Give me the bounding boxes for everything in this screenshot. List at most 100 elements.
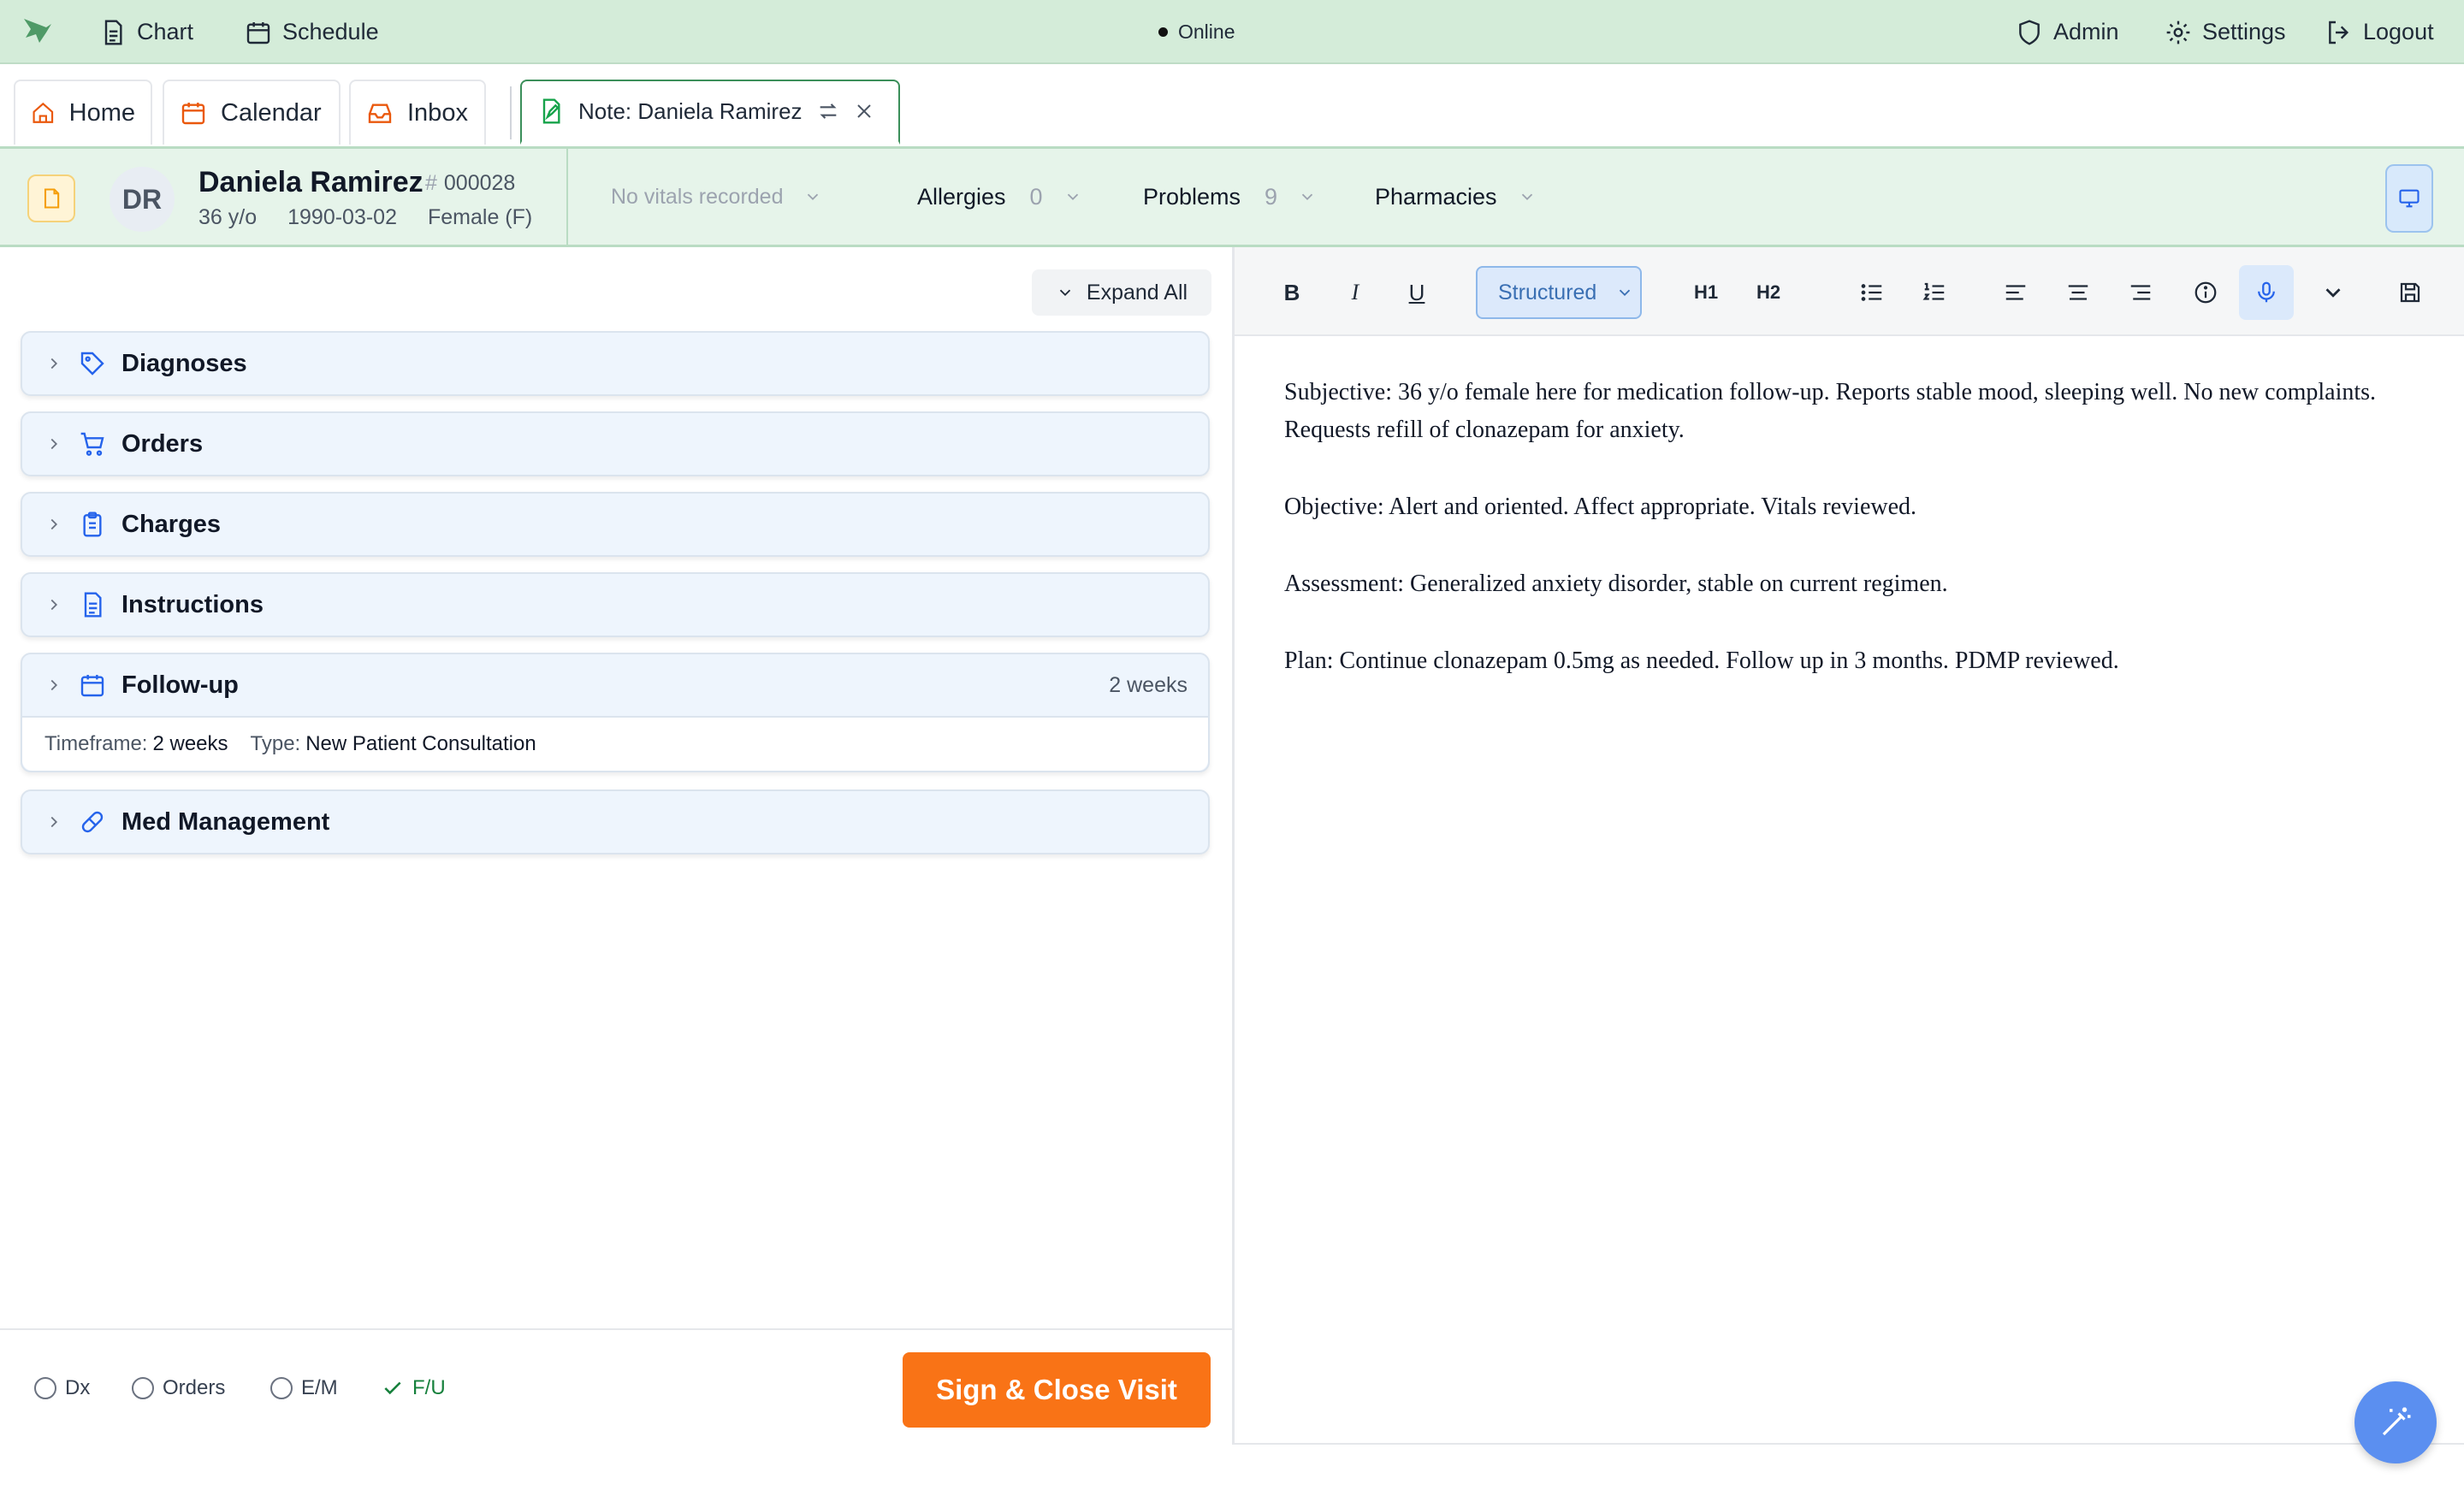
allergies-label: Allergies bbox=[917, 183, 1006, 210]
calendar-icon bbox=[246, 21, 270, 44]
document-icon bbox=[104, 19, 122, 45]
section-med-management-title: Med Management bbox=[121, 807, 330, 836]
vitals-label: No vitals recorded bbox=[611, 184, 784, 209]
patient-header: DR Daniela Ramirez #000028 36 y/o 1990-0… bbox=[0, 146, 2464, 247]
document-icon bbox=[44, 188, 60, 209]
tab-home[interactable]: Home bbox=[14, 80, 152, 145]
section-med-management[interactable]: Med Management bbox=[21, 789, 1210, 854]
bullet-list-button[interactable] bbox=[1849, 269, 1895, 316]
checklist-orders-label: Orders bbox=[163, 1376, 226, 1399]
checklist-em-label: E/M bbox=[301, 1376, 338, 1399]
underline-button[interactable]: U bbox=[1394, 269, 1440, 316]
section-follow-up-header[interactable]: Follow-up 2 weeks bbox=[22, 654, 1208, 716]
section-instructions-title: Instructions bbox=[121, 590, 264, 618]
chevron-down-icon bbox=[1067, 193, 1078, 201]
allergies-dropdown[interactable]: Allergies 0 bbox=[917, 149, 1082, 245]
expand-all-button[interactable]: Expand All bbox=[1032, 269, 1211, 316]
checklist-fu[interactable]: F/U bbox=[382, 1376, 446, 1400]
section-orders[interactable]: Orders bbox=[21, 411, 1210, 476]
heading-2-button[interactable]: H2 bbox=[1745, 269, 1792, 316]
cart-icon bbox=[80, 432, 104, 456]
chevron-down-icon bbox=[1620, 289, 1631, 297]
pharmacies-dropdown[interactable]: Pharmacies bbox=[1375, 149, 1537, 245]
follow-up-type: Type: New Patient Consultation bbox=[251, 732, 536, 756]
checklist-dx[interactable]: Dx bbox=[34, 1376, 90, 1400]
align-center-icon bbox=[2068, 285, 2088, 300]
dictation-button[interactable] bbox=[2239, 265, 2294, 320]
admin-nav-button[interactable]: Admin bbox=[2016, 0, 2119, 64]
swap-icon[interactable] bbox=[816, 99, 840, 123]
sign-close-visit-button[interactable]: Sign & Close Visit bbox=[903, 1352, 1211, 1428]
save-button[interactable] bbox=[2387, 269, 2433, 316]
chevron-right-icon bbox=[50, 599, 58, 611]
section-orders-header[interactable]: Orders bbox=[22, 413, 1208, 475]
note-mode-select[interactable]: Structured bbox=[1476, 266, 1642, 319]
settings-nav-button[interactable]: Settings bbox=[2165, 0, 2286, 64]
calendar-icon bbox=[181, 103, 205, 125]
chart-nav-button[interactable]: Chart bbox=[99, 0, 193, 64]
tab-note-daniela-ramirez[interactable]: Note: Daniela Ramirez bbox=[520, 80, 900, 145]
section-instructions-header[interactable]: Instructions bbox=[22, 574, 1208, 636]
follow-up-summary: 2 weeks bbox=[1109, 672, 1188, 697]
align-left-button[interactable] bbox=[1993, 269, 2039, 316]
section-charges-header[interactable]: Charges bbox=[22, 494, 1208, 555]
note-icon bbox=[542, 98, 560, 124]
mrn-value: 000028 bbox=[443, 171, 516, 195]
pill-icon bbox=[81, 811, 104, 833]
align-center-button[interactable] bbox=[2055, 269, 2101, 316]
screen-toggle-button[interactable] bbox=[2385, 164, 2433, 233]
status-dot bbox=[1158, 27, 1168, 37]
tab-inbox[interactable]: Inbox bbox=[349, 80, 486, 145]
section-med-management-header[interactable]: Med Management bbox=[22, 791, 1208, 853]
chevron-right-icon bbox=[50, 438, 58, 450]
align-right-button[interactable] bbox=[2118, 269, 2164, 316]
italic-button[interactable]: I bbox=[1332, 269, 1378, 316]
tab-calendar[interactable]: Calendar bbox=[163, 80, 341, 145]
ai-assist-button[interactable] bbox=[2354, 1381, 2437, 1463]
checklist-dx-label: Dx bbox=[65, 1376, 91, 1399]
numbered-list-button[interactable] bbox=[1911, 269, 1958, 316]
more-options-button[interactable] bbox=[2310, 269, 2356, 316]
note-objective: Objective: Alert and oriented. Affect ap… bbox=[1284, 494, 1917, 520]
tab-note-label: Note: Daniela Ramirez bbox=[578, 98, 803, 124]
check-icon bbox=[384, 1381, 401, 1395]
app-logo-icon[interactable] bbox=[21, 15, 55, 46]
note-text-area[interactable]: Subjective: 36 y/o female here for medic… bbox=[1284, 374, 2422, 719]
editor-toolbar: B I U Structured H1 H2 bbox=[1235, 247, 2464, 336]
section-charges[interactable]: Charges bbox=[21, 492, 1210, 557]
patient-document-button[interactable] bbox=[27, 174, 75, 222]
chevron-right-icon bbox=[50, 816, 58, 828]
visit-sections-panel: Expand All Diagnoses Orders Charges Inst… bbox=[0, 247, 1232, 1328]
checklist-em[interactable]: E/M bbox=[270, 1376, 338, 1400]
microphone-icon bbox=[2258, 281, 2275, 303]
header-divider bbox=[566, 149, 568, 245]
section-diagnoses[interactable]: Diagnoses bbox=[21, 331, 1210, 396]
close-icon[interactable] bbox=[854, 101, 874, 121]
schedule-nav-button[interactable]: Schedule bbox=[245, 0, 379, 64]
problems-dropdown[interactable]: Problems 9 bbox=[1143, 149, 1317, 245]
section-follow-up[interactable]: Follow-up 2 weeks Timeframe: 2 weeks Type… bbox=[21, 653, 1210, 772]
section-diagnoses-header[interactable]: Diagnoses bbox=[22, 333, 1208, 394]
tag-icon bbox=[80, 352, 104, 375]
heading-1-button[interactable]: H1 bbox=[1683, 269, 1729, 316]
note-plan: Plan: Continue clonazepam 0.5mg as neede… bbox=[1284, 647, 2119, 674]
vitals-dropdown[interactable]: No vitals recorded bbox=[611, 149, 822, 245]
section-instructions[interactable]: Instructions bbox=[21, 572, 1210, 637]
timeframe-label: Timeframe: bbox=[44, 732, 148, 755]
logout-nav-button[interactable]: Logout bbox=[2325, 0, 2434, 64]
bold-button[interactable]: B bbox=[1269, 269, 1315, 316]
info-button[interactable] bbox=[2183, 269, 2229, 316]
section-diagnoses-title: Diagnoses bbox=[121, 349, 247, 377]
avatar: DR bbox=[110, 167, 175, 232]
monitor-icon bbox=[2399, 189, 2420, 208]
chevron-down-icon bbox=[1301, 193, 1313, 201]
calendar-icon bbox=[80, 675, 104, 697]
timeframe-value: 2 weeks bbox=[152, 732, 228, 755]
section-follow-up-title: Follow-up bbox=[121, 671, 239, 699]
checklist-orders[interactable]: Orders bbox=[132, 1376, 225, 1400]
top-navigation-bar: Chart Schedule Online Admin Settings Log… bbox=[0, 0, 2464, 64]
document-icon bbox=[84, 592, 102, 618]
problems-label: Problems bbox=[1143, 183, 1241, 210]
workspace-tabs: Home Calendar Inbox Note: Daniela Ramire… bbox=[0, 66, 2464, 146]
patient-sex: Female (F) bbox=[428, 205, 533, 229]
